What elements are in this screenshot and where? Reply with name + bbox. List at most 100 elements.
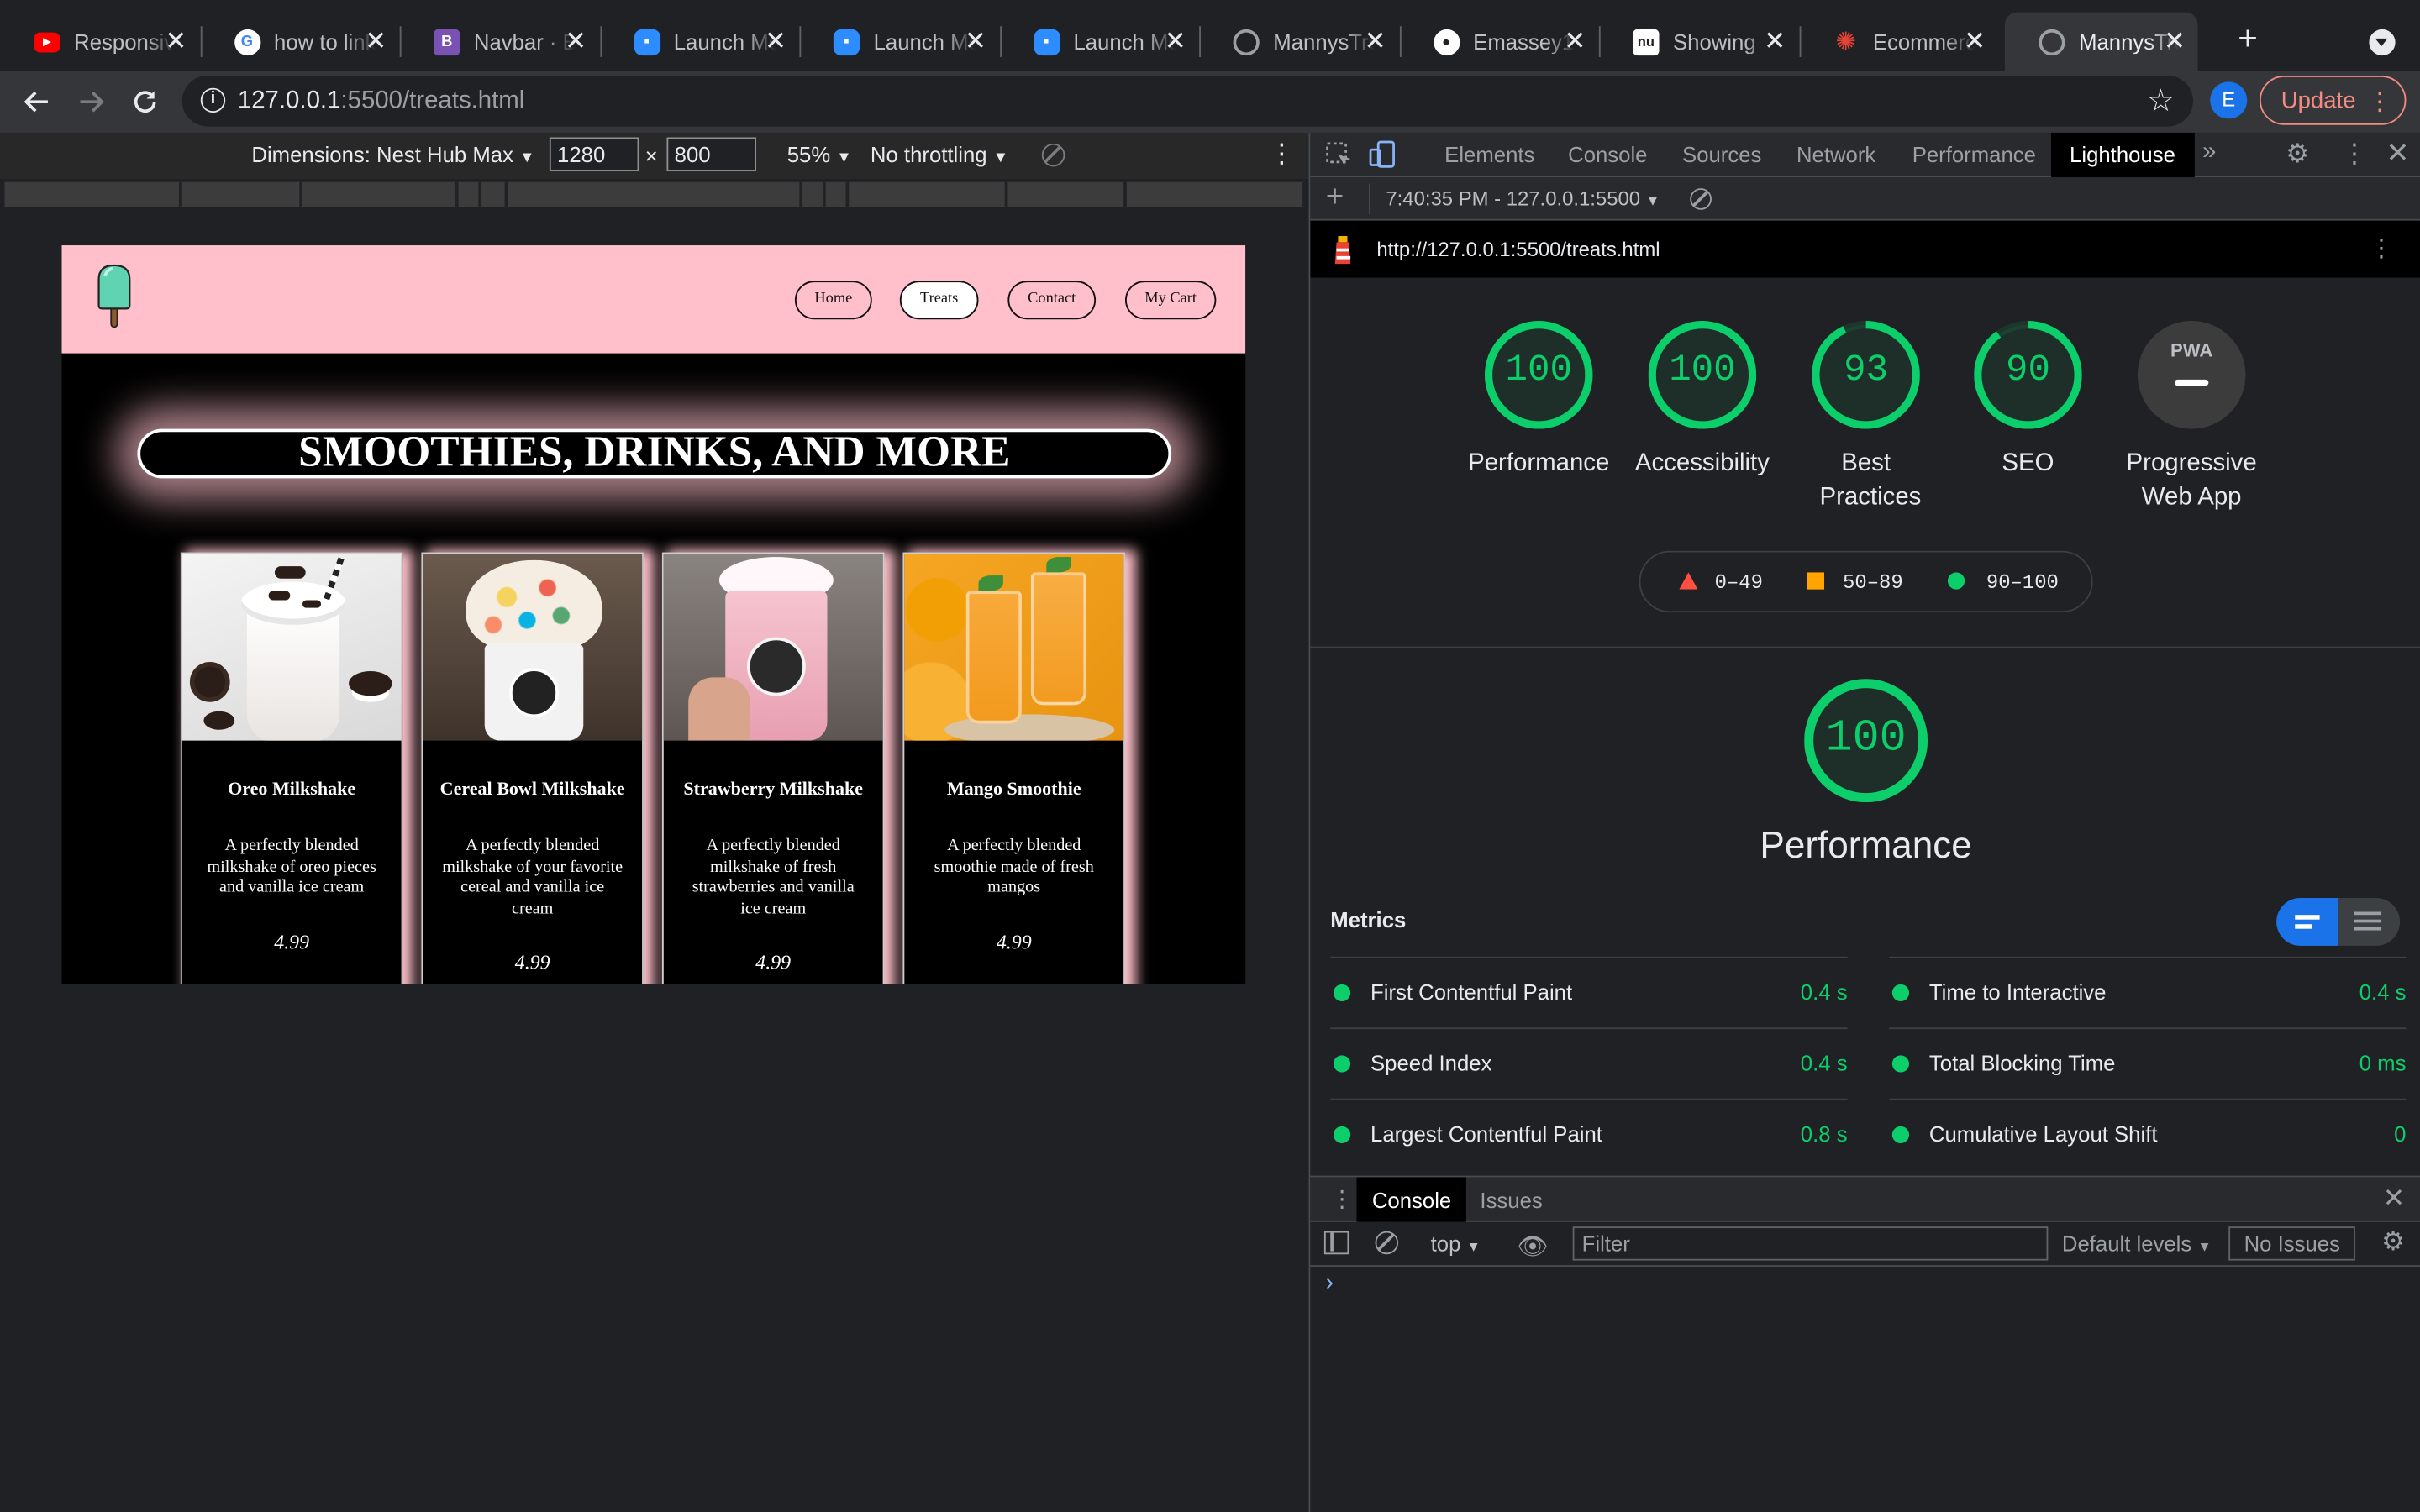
close-drawer-icon[interactable]: ✕	[2383, 1184, 2405, 1215]
devtools-menu-icon[interactable]: ⋮	[2341, 139, 2367, 170]
console-drawer: ⋮ Console Issues ✕ top ▼ 👁 Filter Defaul…	[1310, 1175, 2420, 1512]
rotate-icon[interactable]	[1041, 143, 1065, 167]
product-price: 4.99	[996, 929, 1032, 953]
log-levels-select[interactable]: Default levels ▼	[2062, 1231, 2212, 1256]
live-expression-eye-icon[interactable]: 👁	[1518, 1231, 1549, 1263]
tab-lighthouse[interactable]: Lighthouse	[2051, 132, 2194, 178]
close-tab-icon[interactable]: ✕	[162, 26, 190, 57]
expanded-view-button[interactable]	[2338, 898, 2400, 946]
url-text[interactable]: 127.0.0.1:5500/treats.html	[238, 88, 524, 116]
tab-network[interactable]: Network	[1797, 142, 1876, 166]
close-tab-icon[interactable]: ✕	[562, 26, 590, 57]
score-gauge-performance[interactable]: 100 Performance	[1461, 321, 1616, 481]
sidebar-toggle-icon[interactable]	[1323, 1231, 1349, 1255]
nav-cart-button[interactable]: My Cart	[1124, 281, 1217, 320]
score-gauge-seo[interactable]: 90 SEO	[1951, 321, 2106, 481]
new-tab-button[interactable]: +	[2238, 18, 2258, 59]
close-tab-icon[interactable]: ✕	[2160, 26, 2188, 57]
context-select[interactable]: top ▼	[1431, 1231, 1481, 1256]
issues-counter-button[interactable]: No Issues	[2228, 1226, 2356, 1261]
bookmark-star-icon[interactable]: ☆	[2147, 81, 2175, 120]
device-label: Dimensions: Nest Hub Max	[251, 141, 513, 167]
more-tabs-icon[interactable]: »	[2202, 139, 2216, 166]
nav-treats-button[interactable]: Treats	[899, 281, 979, 320]
browser-tab[interactable]: Ghow to link ✕	[200, 13, 399, 71]
report-selector[interactable]: 7:40:35 PM - 127.0.0.1:5500 ▼	[1386, 186, 1660, 210]
score-gauge-accessibility[interactable]: 100 Accessibility	[1625, 321, 1780, 481]
device-more-icon[interactable]: ⋮	[1269, 139, 1295, 170]
browser-tab[interactable]: ● Emassey1 ✕	[1399, 13, 1598, 71]
nav-contact-button[interactable]: Contact	[1007, 281, 1097, 320]
device-width-input[interactable]: 1280	[549, 137, 639, 171]
profile-avatar[interactable]: E	[2210, 81, 2248, 119]
drawer-menu-icon[interactable]: ⋮	[1330, 1185, 1354, 1212]
report-menu-icon[interactable]: ⋮	[2369, 233, 2393, 264]
update-button[interactable]: Update ⋮	[2259, 76, 2407, 125]
address-bar[interactable]: i 127.0.0.1:5500/treats.html ☆	[182, 76, 2194, 127]
browser-tab[interactable]: MannysTreats✕	[2004, 12, 2198, 71]
browser-tab[interactable]: ✺ Ecommerce✕	[1799, 13, 1998, 71]
compact-view-button[interactable]	[2276, 897, 2338, 946]
reload-icon[interactable]	[124, 81, 166, 123]
dropdown-caret-icon: ▼	[2197, 1238, 2212, 1255]
pwa-gauge[interactable]: PWA Progressive Web App	[2114, 321, 2269, 515]
browser-tab[interactable]: MannysTreats✕	[1199, 13, 1398, 71]
close-tab-icon[interactable]: ✕	[362, 26, 390, 57]
browser-tab[interactable]: ▪ Launch Meeting✕	[799, 13, 998, 71]
lighthouse-report: 100 Performance 100 Accessibility 93 Best Pra…	[1310, 277, 2420, 1176]
product-card-strawberry[interactable]: Strawberry Milkshake A perfectly blended…	[661, 552, 885, 984]
browser-tab[interactable]: ▪ Launch Meeting✕	[999, 13, 1198, 71]
metric-row: Time to Interactive 0.4 s	[1889, 956, 2407, 1026]
browser-tab[interactable]: B Navbar · Bootstrap✕	[400, 13, 599, 71]
tab-performance[interactable]: Performance	[1912, 142, 2036, 166]
metrics-view-toggle[interactable]	[2276, 897, 2401, 946]
site-info-icon[interactable]: i	[200, 87, 226, 113]
close-devtools-icon[interactable]: ✕	[2386, 137, 2410, 170]
throttling-select[interactable]: No throttling ▼	[871, 142, 1008, 166]
score-gauge-best-practices[interactable]: 93 Best Practices	[1789, 321, 1944, 515]
clear-reports-icon[interactable]	[1690, 188, 1712, 210]
product-card-oreo[interactable]: Oreo Milkshake A perfectly blended milks…	[180, 552, 403, 984]
console-filter-input[interactable]: Filter	[1572, 1226, 2049, 1261]
forward-arrow-icon[interactable]	[70, 81, 113, 123]
tab-separator	[1798, 26, 1801, 57]
drawer-tab-console[interactable]: Console	[1356, 1177, 1467, 1222]
close-tab-icon[interactable]: ✕	[761, 26, 789, 57]
close-tab-icon[interactable]: ✕	[1761, 26, 1789, 57]
popsicle-logo-icon[interactable]	[96, 264, 133, 328]
dropdown-caret-icon: ▼	[1466, 1238, 1481, 1255]
pass-circle-icon	[1891, 1055, 1910, 1073]
close-tab-icon[interactable]: ✕	[1961, 26, 1989, 57]
product-card-mango[interactable]: Mango Smoothie A perfectly blended smoot…	[902, 552, 1125, 984]
report-url[interactable]: http://127.0.0.1:5500/treats.html	[1376, 238, 1660, 261]
browser-tab[interactable]: ▶ Responsive ✕	[0, 13, 199, 71]
device-dimensions-select[interactable]: Dimensions: Nest Hub Max ▼	[251, 142, 534, 166]
device-height-input[interactable]: 800	[666, 137, 757, 171]
browser-tab[interactable]: nu Showing ✕	[1599, 13, 1798, 71]
new-report-icon[interactable]: +	[1326, 181, 1344, 216]
product-card-cereal[interactable]: Cereal Bowl Milkshake A perfectly blende…	[421, 552, 644, 984]
close-tab-icon[interactable]: ✕	[1361, 26, 1389, 57]
tab-console[interactable]: Console	[1568, 142, 1647, 166]
tab-elements[interactable]: Elements	[1444, 142, 1534, 166]
metric-row: Speed Index 0.4 s	[1330, 1027, 1848, 1097]
close-tab-icon[interactable]: ✕	[961, 26, 989, 57]
tab-search-icon[interactable]	[2369, 29, 2396, 56]
console-prompt[interactable]: ›	[1326, 1270, 1334, 1296]
browser-tab[interactable]: ▪ Launch Meeting✕	[600, 13, 799, 71]
zoom-select[interactable]: 55% ▼	[787, 142, 852, 166]
metric-value: 0.8 s	[1800, 1121, 1848, 1147]
clear-console-icon[interactable]	[1375, 1231, 1399, 1255]
back-arrow-icon[interactable]	[15, 81, 58, 123]
close-tab-icon[interactable]: ✕	[1561, 26, 1589, 57]
nav-home-button[interactable]: Home	[794, 281, 872, 320]
drawer-tab-issues[interactable]: Issues	[1480, 1188, 1542, 1212]
inspect-element-icon[interactable]	[1326, 142, 1354, 177]
media-query-bar[interactable]	[0, 179, 1309, 210]
console-settings-gear-icon[interactable]: ⚙	[2381, 1226, 2405, 1257]
settings-gear-icon[interactable]: ⚙	[2286, 139, 2309, 170]
tab-sources[interactable]: Sources	[1682, 142, 1761, 166]
close-tab-icon[interactable]: ✕	[1161, 26, 1189, 57]
product-name: Mango Smoothie	[946, 777, 1081, 800]
device-toggle-icon[interactable]	[1369, 140, 1397, 176]
